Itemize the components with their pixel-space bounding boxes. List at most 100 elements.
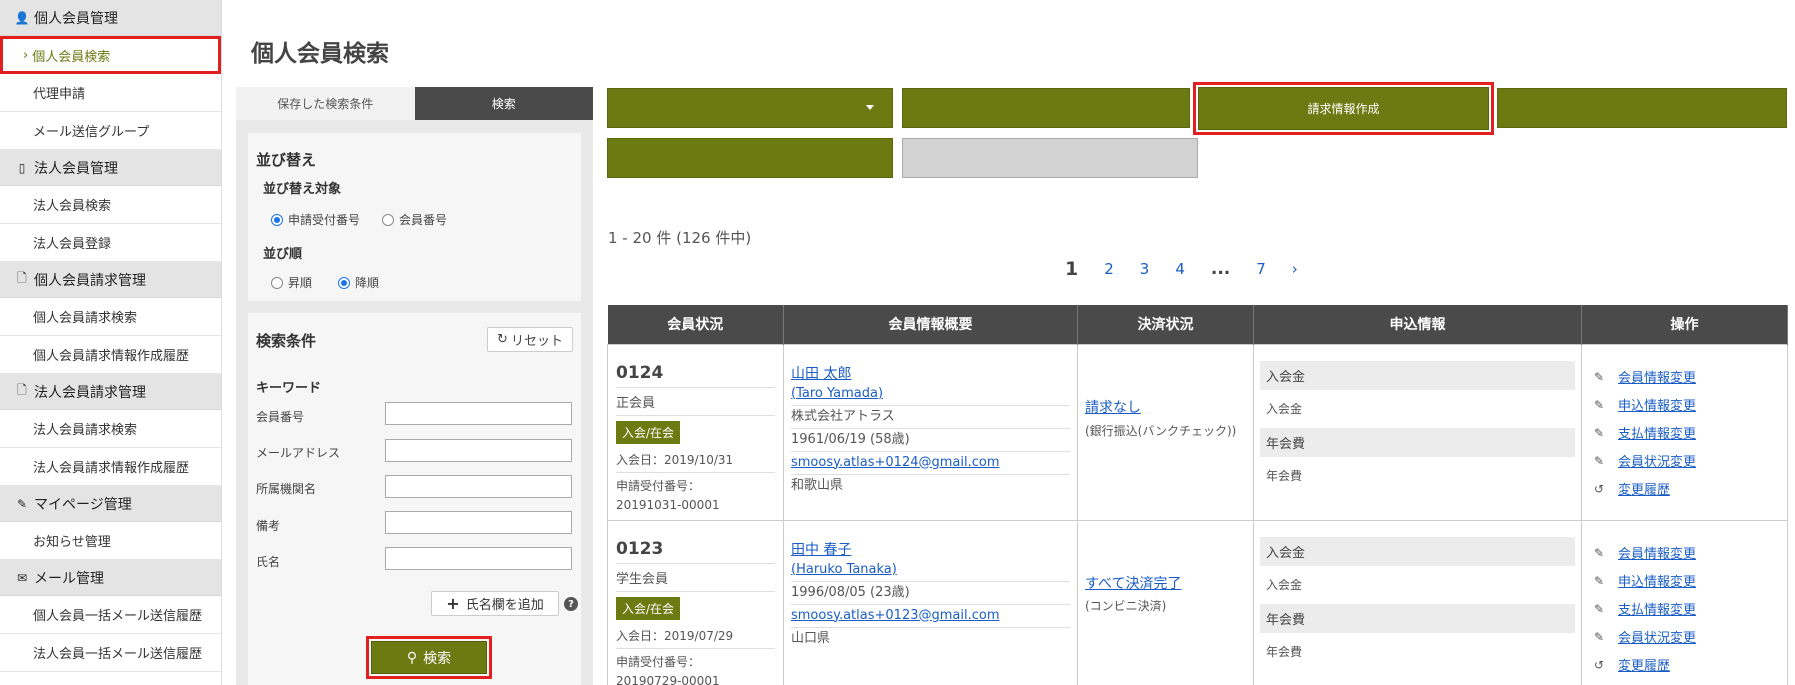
history-icon: ↺ — [1594, 481, 1605, 496]
search-button-highlight: ⚲ 検索 — [366, 636, 492, 679]
sidebar-item-individual-bulk-mail[interactable]: 個人会員一括メール送信履歴 — [0, 596, 221, 634]
action-button-5[interactable] — [607, 138, 893, 178]
member-name-link[interactable]: 田中 春子 — [791, 542, 851, 558]
member-no-input[interactable] — [385, 402, 572, 425]
radio-label: 会員番号 — [399, 213, 448, 227]
edit-payment-link[interactable]: 支払情報変更 — [1618, 423, 1696, 442]
next-page-icon[interactable]: › — [1292, 260, 1298, 278]
sidebar-item-individual-billing-search[interactable]: 個人会員請求検索 — [0, 298, 221, 336]
operations-cell: ✎ 会員情報変更 ✎ 申込情報変更 ✎ 支払情報変更 ✎ 会員状況変更 ↺ 変更履歴 — [1581, 343, 1788, 521]
field-label-email: メールアドレス — [256, 446, 341, 460]
sidebar-section-corporate[interactable]: ▯ 法人会員管理 — [0, 150, 221, 186]
add-name-field-button[interactable]: + 氏名欄を追加 — [431, 591, 559, 616]
action-dropdown-button[interactable] — [607, 88, 893, 128]
member-email-link[interactable]: smoosy.atlas+0124@gmail.com — [791, 455, 999, 470]
member-info-cell: 田中 春子 (Haruko Tanaka) 1996/08/05 (23歳) s… — [783, 519, 1078, 685]
sidebar-item-corporate-billing-search[interactable]: 法人会員請求検索 — [0, 410, 221, 448]
member-name-link[interactable]: 山田 太郎 — [791, 366, 851, 382]
sidebar-section-label: 個人会員管理 — [34, 10, 118, 27]
radio-label: 昇順 — [288, 276, 313, 290]
status-badge: 入会/在会 — [616, 420, 681, 444]
field-label-organization: 所属機関名 — [256, 482, 317, 496]
sidebar-item-label: メール送信グループ — [33, 125, 150, 140]
edit-payment-link[interactable]: 支払情報変更 — [1618, 599, 1696, 618]
member-name-en-link[interactable]: (Haruko Tanaka) — [791, 562, 897, 577]
pencil-icon: ✎ — [1594, 453, 1605, 468]
application-number-label: 申請受付番号： — [616, 478, 701, 493]
sidebar-item-corporate-billing-history[interactable]: 法人会員請求情報作成履歴 — [0, 448, 221, 486]
sidebar-item-individual-search[interactable]: › 個人会員検索 — [0, 36, 221, 74]
organization-input[interactable] — [385, 475, 572, 498]
sidebar-item-news[interactable]: お知らせ管理 — [0, 522, 221, 560]
sidebar-section-individual[interactable]: 👤 個人会員管理 — [0, 0, 221, 36]
radio-ascending[interactable] — [271, 276, 283, 289]
change-history-link[interactable]: 変更履歴 — [1618, 479, 1670, 498]
edit-member-status-link[interactable]: 会員状況変更 — [1618, 451, 1696, 470]
sidebar-item-mail-group[interactable]: メール送信グループ — [0, 112, 221, 150]
radio-application-no[interactable] — [271, 213, 283, 226]
sidebar-item-individual-billing-history[interactable]: 個人会員請求情報作成履歴 — [0, 336, 221, 374]
page-link[interactable]: 3 — [1140, 260, 1150, 278]
member-number: 0124 — [616, 359, 775, 388]
member-name-en-link[interactable]: (Taro Yamada) — [791, 386, 883, 401]
reset-label: リセット — [510, 334, 563, 349]
help-icon[interactable]: ? — [564, 597, 578, 611]
status-badge: 入会/在会 — [616, 596, 681, 620]
reset-button[interactable]: ↻ リセット — [487, 327, 573, 352]
sidebar-item-corporate-register[interactable]: 法人会員登録 — [0, 224, 221, 262]
edit-member-info-link[interactable]: 会員情報変更 — [1618, 543, 1696, 562]
sidebar-section-mail[interactable]: ✉ メール管理 — [0, 560, 221, 596]
sidebar-section-individual-billing[interactable]: 🗋 個人会員請求管理 — [0, 262, 221, 298]
join-date: 入会日：2019/10/31 — [616, 447, 775, 473]
member-birthdate: 1996/08/05 (23歳) — [791, 582, 1070, 605]
page-link-last[interactable]: 7 — [1256, 260, 1266, 278]
search-button[interactable]: ⚲ 検索 — [371, 641, 487, 674]
tab-search[interactable]: 検索 — [414, 87, 593, 120]
pencil-icon: ✎ — [1594, 629, 1605, 644]
sidebar-item-label: 法人会員一括メール送信履歴 — [33, 647, 203, 662]
sidebar-item-label: 個人会員検索 — [32, 49, 111, 65]
sidebar-section-label: 個人会員請求管理 — [34, 272, 146, 289]
pencil-icon: ✎ — [1594, 573, 1605, 588]
change-history-link[interactable]: 変更履歴 — [1618, 655, 1670, 674]
sidebar-item-label: 法人会員登録 — [33, 237, 112, 252]
radio-descending[interactable] — [338, 276, 351, 289]
name-input[interactable] — [385, 547, 572, 570]
edit-application-link[interactable]: 申込情報変更 — [1618, 571, 1696, 590]
create-billing-button[interactable]: 請求情報作成 — [1198, 87, 1489, 130]
tab-saved-conditions[interactable]: 保存した検索条件 — [236, 87, 415, 120]
plus-icon: + — [446, 594, 460, 613]
sidebar-item-label: 個人会員一括メール送信履歴 — [33, 609, 203, 624]
action-button-2[interactable] — [902, 88, 1190, 128]
edit-member-info-link[interactable]: 会員情報変更 — [1618, 367, 1696, 386]
email-input[interactable] — [385, 439, 572, 462]
conditions-box: 検索条件 ↻ リセット キーワード 会員番号 メールアドレス 所属機関名 備考 氏… — [248, 313, 581, 685]
notes-input[interactable] — [385, 511, 572, 534]
page-link[interactable]: 2 — [1104, 260, 1114, 278]
payment-cell: 請求なし (銀行振込(バンクチェック)) — [1077, 343, 1254, 521]
sidebar-item-corporate-bulk-mail[interactable]: 法人会員一括メール送信履歴 — [0, 634, 221, 672]
payment-status-link[interactable]: すべて決済完了 — [1085, 576, 1181, 592]
sidebar-item-corporate-search[interactable]: 法人会員検索 — [0, 186, 221, 224]
conditions-heading: 検索条件 — [256, 332, 317, 350]
action-button-disabled[interactable] — [902, 138, 1198, 178]
radio-member-no[interactable] — [382, 213, 395, 226]
edit-application-link[interactable]: 申込情報変更 — [1618, 395, 1696, 414]
action-button-4[interactable] — [1497, 88, 1787, 128]
document-icon: 🗋 — [17, 271, 27, 285]
payment-status-link[interactable]: 請求なし — [1085, 400, 1141, 416]
application-cell: 入会金 入会金 年会費 年会費 — [1253, 343, 1582, 521]
member-type: 正会員 — [616, 388, 775, 416]
sidebar-section-corporate-billing[interactable]: 🗋 法人会員請求管理 — [0, 374, 221, 410]
member-organization: 株式会社アトラス — [791, 406, 1070, 429]
sidebar-item-label: 個人会員請求検索 — [33, 311, 138, 326]
page-link[interactable]: 4 — [1175, 260, 1185, 278]
pencil-icon: ✎ — [1594, 397, 1605, 412]
annual-fee-heading: 年会費 — [1260, 427, 1575, 457]
member-email-link[interactable]: smoosy.atlas+0123@gmail.com — [791, 608, 999, 623]
edit-member-status-link[interactable]: 会員状況変更 — [1618, 627, 1696, 646]
mail-icon: ✉ — [16, 570, 28, 585]
sidebar-item-label: 代理申請 — [33, 87, 86, 102]
sidebar-item-proxy-application[interactable]: 代理申請 — [0, 74, 221, 112]
sidebar-section-mypage[interactable]: ✎ マイページ管理 — [0, 486, 221, 522]
